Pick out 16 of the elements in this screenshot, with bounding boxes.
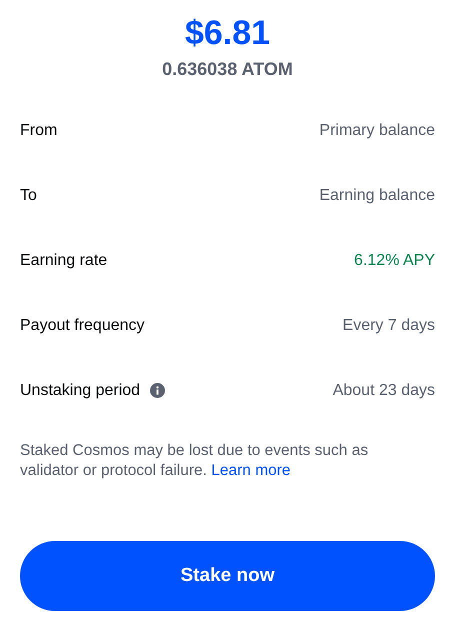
detail-value: 6.12% APY <box>354 250 435 270</box>
detail-label: Payout frequency <box>20 316 145 336</box>
detail-label: Earning rate <box>20 250 108 270</box>
crypto-amount: 0.636038 ATOM <box>162 58 293 81</box>
detail-label: From <box>20 120 58 140</box>
detail-label: Unstaking period <box>20 380 140 400</box>
detail-value: Primary balance <box>319 120 435 140</box>
detail-label: To <box>20 186 37 206</box>
stake-button[interactable]: Stake now <box>20 541 435 611</box>
learn-more-link[interactable]: Learn more <box>211 462 291 479</box>
detail-value: Every 7 days <box>342 316 435 336</box>
info-icon[interactable] <box>150 383 166 398</box>
detail-value: About 23 days <box>332 380 435 400</box>
disclaimer-text: Staked Cosmos may be lost due to events such as validator or protocol failure. Learn more <box>20 441 370 481</box>
detail-value: Earning balance <box>319 186 435 206</box>
fiat-amount: $6.81 <box>184 13 270 54</box>
